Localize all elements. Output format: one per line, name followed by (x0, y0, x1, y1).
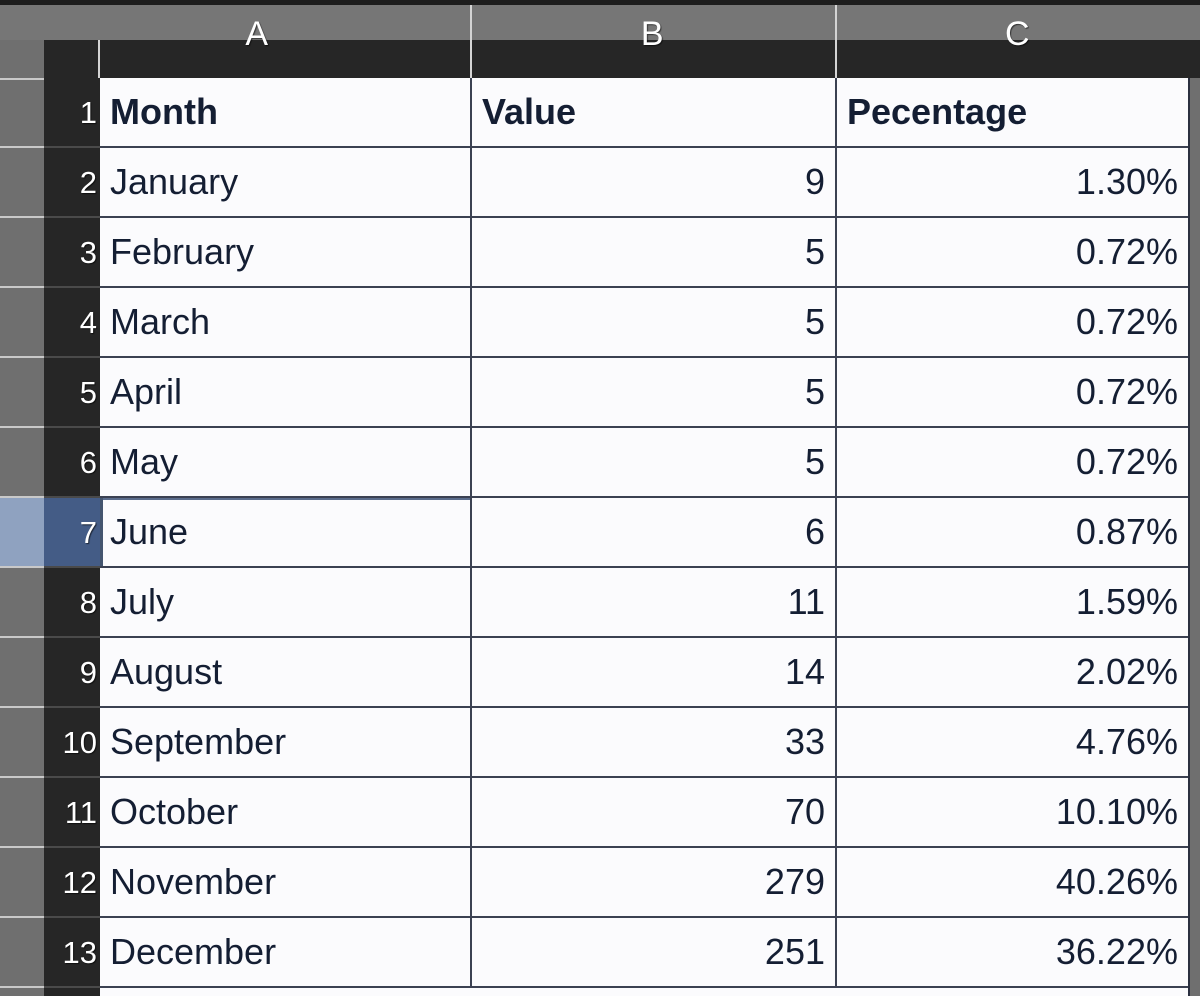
row-header-2[interactable]: 2 (44, 148, 100, 218)
cell-b5-value[interactable]: 5 (470, 358, 835, 426)
cell-a7-month[interactable]: June (100, 498, 470, 566)
cell-b8-value[interactable]: 11 (470, 568, 835, 636)
cell-a4-month[interactable]: March (100, 288, 470, 356)
gutter-row-separator (0, 636, 44, 638)
table-row: March50.72% (100, 288, 1188, 358)
gutter-row-separator (0, 216, 44, 218)
row-header-4[interactable]: 4 (44, 288, 100, 358)
gutter-row-separator (0, 776, 44, 778)
table-row: January91.30% (100, 148, 1188, 218)
cell-a1-month-header[interactable]: Month (100, 78, 470, 146)
row-header-10[interactable]: 10 (44, 708, 100, 778)
table-row: February50.72% (100, 218, 1188, 288)
table-row: June60.87% (100, 498, 1188, 568)
cell-b13-value[interactable]: 251 (470, 918, 835, 986)
row-header-3[interactable]: 3 (44, 218, 100, 288)
cell-c12-percentage[interactable]: 40.26% (835, 848, 1188, 916)
cell-c1-percentage-header[interactable]: Pecentage (835, 78, 1188, 146)
cell-b7-value[interactable]: 6 (470, 498, 835, 566)
cell-c5-percentage[interactable]: 0.72% (835, 358, 1188, 426)
cell-a6-month[interactable]: May (100, 428, 470, 496)
row-header-13[interactable]: 13 (44, 918, 100, 988)
column-header-c[interactable]: C (835, 5, 1200, 78)
row-header-11[interactable]: 11 (44, 778, 100, 848)
gutter-row-separator (0, 986, 44, 988)
cell-b4-value[interactable]: 5 (470, 288, 835, 356)
cell-a5-month[interactable]: April (100, 358, 470, 426)
cell-a3-month[interactable]: February (100, 218, 470, 286)
table-row: November27940.26% (100, 848, 1188, 918)
cell-c4-percentage[interactable]: 0.72% (835, 288, 1188, 356)
table-row: April50.72% (100, 358, 1188, 428)
cell-b9-value[interactable]: 14 (470, 638, 835, 706)
cell-c10-percentage[interactable]: 4.76% (835, 708, 1188, 776)
gutter-row-separator (0, 146, 44, 148)
row-header-8[interactable]: 8 (44, 568, 100, 638)
gutter-row-separator (0, 846, 44, 848)
cell-b3-value[interactable]: 5 (470, 218, 835, 286)
table-row: December25136.22% (100, 918, 1188, 988)
cell-c11-percentage[interactable]: 10.10% (835, 778, 1188, 846)
column-header-b[interactable]: B (470, 5, 835, 78)
cell-b1-value-header[interactable]: Value (470, 78, 835, 146)
cell-c9-percentage[interactable]: 2.02% (835, 638, 1188, 706)
gutter-row-separator (0, 566, 44, 568)
cell-c2-percentage[interactable]: 1.30% (835, 148, 1188, 216)
row-header-column: 12345678910111213 (44, 78, 100, 996)
spreadsheet-grid: MonthValuePecentageJanuary91.30%February… (100, 78, 1190, 996)
cell-a13-month[interactable]: December (100, 918, 470, 986)
table-row: July111.59% (100, 568, 1188, 638)
cell-b10-value[interactable]: 33 (470, 708, 835, 776)
cell-b11-value[interactable]: 70 (470, 778, 835, 846)
cell-a11-month[interactable]: October (100, 778, 470, 846)
cell-b6-value[interactable]: 5 (470, 428, 835, 496)
gutter-row-separator (0, 426, 44, 428)
cell-a8-month[interactable]: July (100, 568, 470, 636)
cell-c3-percentage[interactable]: 0.72% (835, 218, 1188, 286)
table-row: May50.72% (100, 428, 1188, 498)
cell-c7-percentage[interactable]: 0.87% (835, 498, 1188, 566)
cell-c13-percentage[interactable]: 36.22% (835, 918, 1188, 986)
cell-a9-month[interactable]: August (100, 638, 470, 706)
gutter-row-separator (0, 78, 44, 80)
table-header-row: MonthValuePecentage (100, 78, 1188, 148)
row-header-1[interactable]: 1 (44, 78, 100, 148)
cell-c8-percentage[interactable]: 1.59% (835, 568, 1188, 636)
gutter-selection-highlight (0, 498, 44, 568)
cell-b2-value[interactable]: 9 (470, 148, 835, 216)
table-row: October7010.10% (100, 778, 1188, 848)
row-header-12[interactable]: 12 (44, 848, 100, 918)
column-header-row: ABC (44, 5, 1200, 78)
cell-c6-percentage[interactable]: 0.72% (835, 428, 1188, 496)
row-header-7[interactable]: 7 (44, 498, 100, 568)
spreadsheet-app: ABC 12345678910111213 MonthValuePecentag… (0, 0, 1200, 996)
table-row: September334.76% (100, 708, 1188, 778)
left-gutter-strip (0, 40, 44, 996)
cell-a12-month[interactable]: November (100, 848, 470, 916)
gutter-row-separator (0, 706, 44, 708)
gutter-row-separator (0, 356, 44, 358)
cell-a10-month[interactable]: September (100, 708, 470, 776)
row-header-5[interactable]: 5 (44, 358, 100, 428)
table-row: August142.02% (100, 638, 1188, 708)
row-header-9[interactable]: 9 (44, 638, 100, 708)
gutter-row-separator (0, 286, 44, 288)
cell-a2-month[interactable]: January (100, 148, 470, 216)
cell-b12-value[interactable]: 279 (470, 848, 835, 916)
row-header-6[interactable]: 6 (44, 428, 100, 498)
gutter-row-separator (0, 916, 44, 918)
column-header-a[interactable]: A (44, 5, 470, 78)
